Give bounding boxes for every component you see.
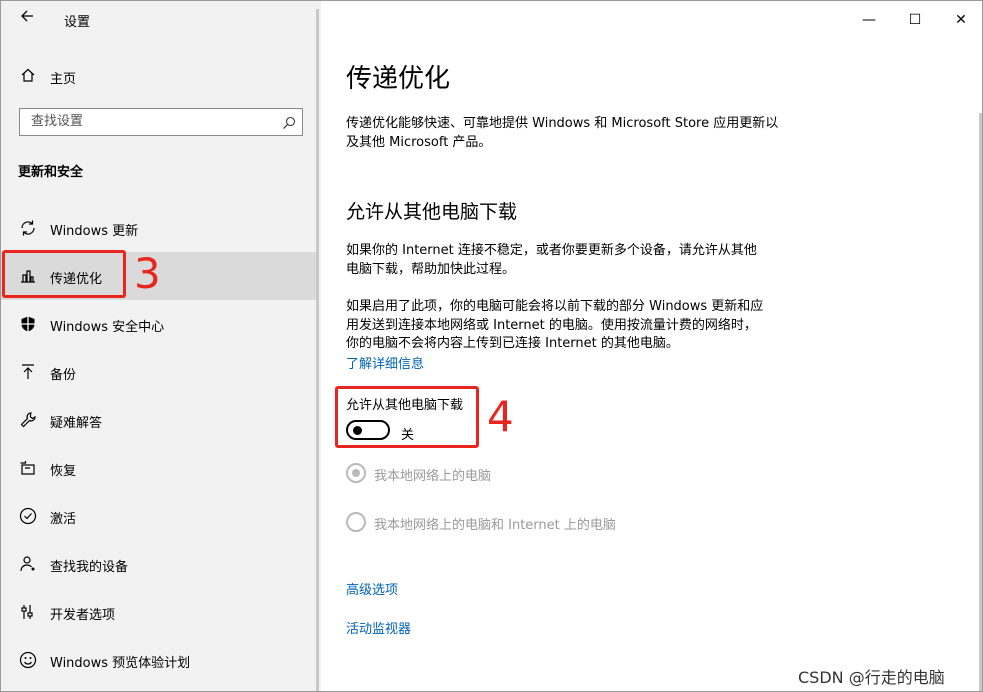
sidebar-item-activation[interactable]: 激活 <box>1 492 319 540</box>
para2-line-3: 你的电脑不会将内容上传到已连接 Internet 的其他电脑。 <box>346 336 679 351</box>
sidebar-item-label: 激活 <box>50 512 77 527</box>
sidebar-item-label: 查找我的设备 <box>50 560 129 575</box>
recovery-icon <box>19 459 37 477</box>
annotation-number-4: 4 <box>487 392 514 441</box>
content-scrollbar[interactable] <box>979 113 982 691</box>
wrench-icon <box>19 411 37 429</box>
sidebar-item-label: Windows 更新 <box>50 224 139 239</box>
settings-window: 设置 主页 更新和安全 Windows 更新 传递优化 <box>0 0 983 692</box>
section-heading: 更新和安全 <box>18 165 84 180</box>
intro-line-2: 及其他 Microsoft 产品。 <box>346 134 492 150</box>
intro-text: 传递优化能够快速、可靠地提供 Windows 和 Microsoft Store… <box>346 115 796 152</box>
radio-local-and-internet-label: 我本地网络上的电脑和 Internet 上的电脑 <box>374 518 616 533</box>
search-input[interactable] <box>29 113 283 130</box>
sidebar-scrollbar[interactable] <box>316 9 319 691</box>
search-box[interactable] <box>19 108 303 136</box>
backup-arrow-icon <box>19 363 37 381</box>
learn-more-link[interactable]: 了解详细信息 <box>346 353 424 372</box>
sidebar-item-windows-insider[interactable]: Windows 预览体验计划 <box>1 636 319 684</box>
sidebar: 设置 主页 更新和安全 Windows 更新 传递优化 <box>1 1 321 691</box>
toggle-state-text: 关 <box>401 428 415 443</box>
sidebar-item-backup[interactable]: 备份 <box>1 348 319 396</box>
radio-selected-dot <box>352 469 360 477</box>
radio-local-and-internet[interactable] <box>346 512 366 532</box>
smiley-icon <box>19 651 37 669</box>
para1-line-1: 如果你的 Internet 连接不稳定，或者你要更新多个设备，请允许从其他 <box>346 243 757 258</box>
advanced-options-link[interactable]: 高级选项 <box>346 579 398 598</box>
annotation-number-3: 3 <box>134 249 161 298</box>
annotation-box-3 <box>2 250 126 298</box>
description-paragraph-1: 如果你的 Internet 连接不稳定，或者你要更新多个设备，请允许从其他 电脑… <box>346 242 796 279</box>
sidebar-item-label: Windows 预览体验计划 <box>50 656 191 671</box>
window-title: 设置 <box>64 15 91 30</box>
radio-local-network-label: 我本地网络上的电脑 <box>374 469 492 484</box>
refresh-icon <box>19 219 37 237</box>
sidebar-item-label: 开发者选项 <box>50 608 116 623</box>
toggle-knob <box>353 426 362 435</box>
description-paragraph-2: 如果启用了此项，你的电脑可能会将以前下载的部分 Windows 更新和应 用发送… <box>346 298 796 354</box>
minimize-button[interactable]: — <box>846 6 892 34</box>
sidebar-item-recovery[interactable]: 恢复 <box>1 444 319 492</box>
page-title: 传递优化 <box>346 64 451 94</box>
check-circle-icon <box>19 507 37 525</box>
section-title: 允许从其他电脑下载 <box>346 201 518 223</box>
sidebar-item-label: 恢复 <box>50 464 77 479</box>
search-icon[interactable] <box>282 115 296 129</box>
sidebar-item-windows-security[interactable]: Windows 安全中心 <box>1 300 319 348</box>
shield-icon <box>19 315 37 333</box>
sidebar-item-windows-update[interactable]: Windows 更新 <box>1 204 319 252</box>
sidebar-item-label: 备份 <box>50 368 77 383</box>
close-button[interactable]: ✕ <box>938 6 983 34</box>
intro-line-1: 传递优化能够快速、可靠地提供 Windows 和 Microsoft Store… <box>346 116 779 131</box>
person-location-icon <box>19 555 37 573</box>
home-link[interactable]: 主页 <box>50 68 76 87</box>
activity-monitor-link[interactable]: 活动监视器 <box>346 618 411 637</box>
para1-line-2: 电脑下载，帮助加快此过程。 <box>346 261 516 277</box>
maximize-button[interactable]: ☐ <box>892 6 938 34</box>
sidebar-item-label: 疑难解答 <box>50 416 103 431</box>
para2-line-1: 如果启用了此项，你的电脑可能会将以前下载的部分 Windows 更新和应 <box>346 299 764 314</box>
allow-downloads-toggle[interactable] <box>346 420 390 440</box>
sidebar-item-label: Windows 安全中心 <box>50 320 165 335</box>
watermark: CSDN @行走的电脑 <box>798 668 945 687</box>
sidebar-item-find-my-device[interactable]: 查找我的设备 <box>1 540 319 588</box>
radio-local-network[interactable] <box>346 463 366 483</box>
developer-sliders-icon <box>19 603 37 621</box>
para2-line-2: 用发送到连接本地网络或 Internet 的电脑。使用按流量计费的网络时， <box>346 317 757 333</box>
sidebar-item-troubleshoot[interactable]: 疑难解答 <box>1 396 319 444</box>
toggle-label: 允许从其他电脑下载 <box>346 398 464 413</box>
back-arrow-icon[interactable] <box>19 8 35 28</box>
sidebar-item-developer-options[interactable]: 开发者选项 <box>1 588 319 636</box>
home-icon <box>20 67 36 83</box>
